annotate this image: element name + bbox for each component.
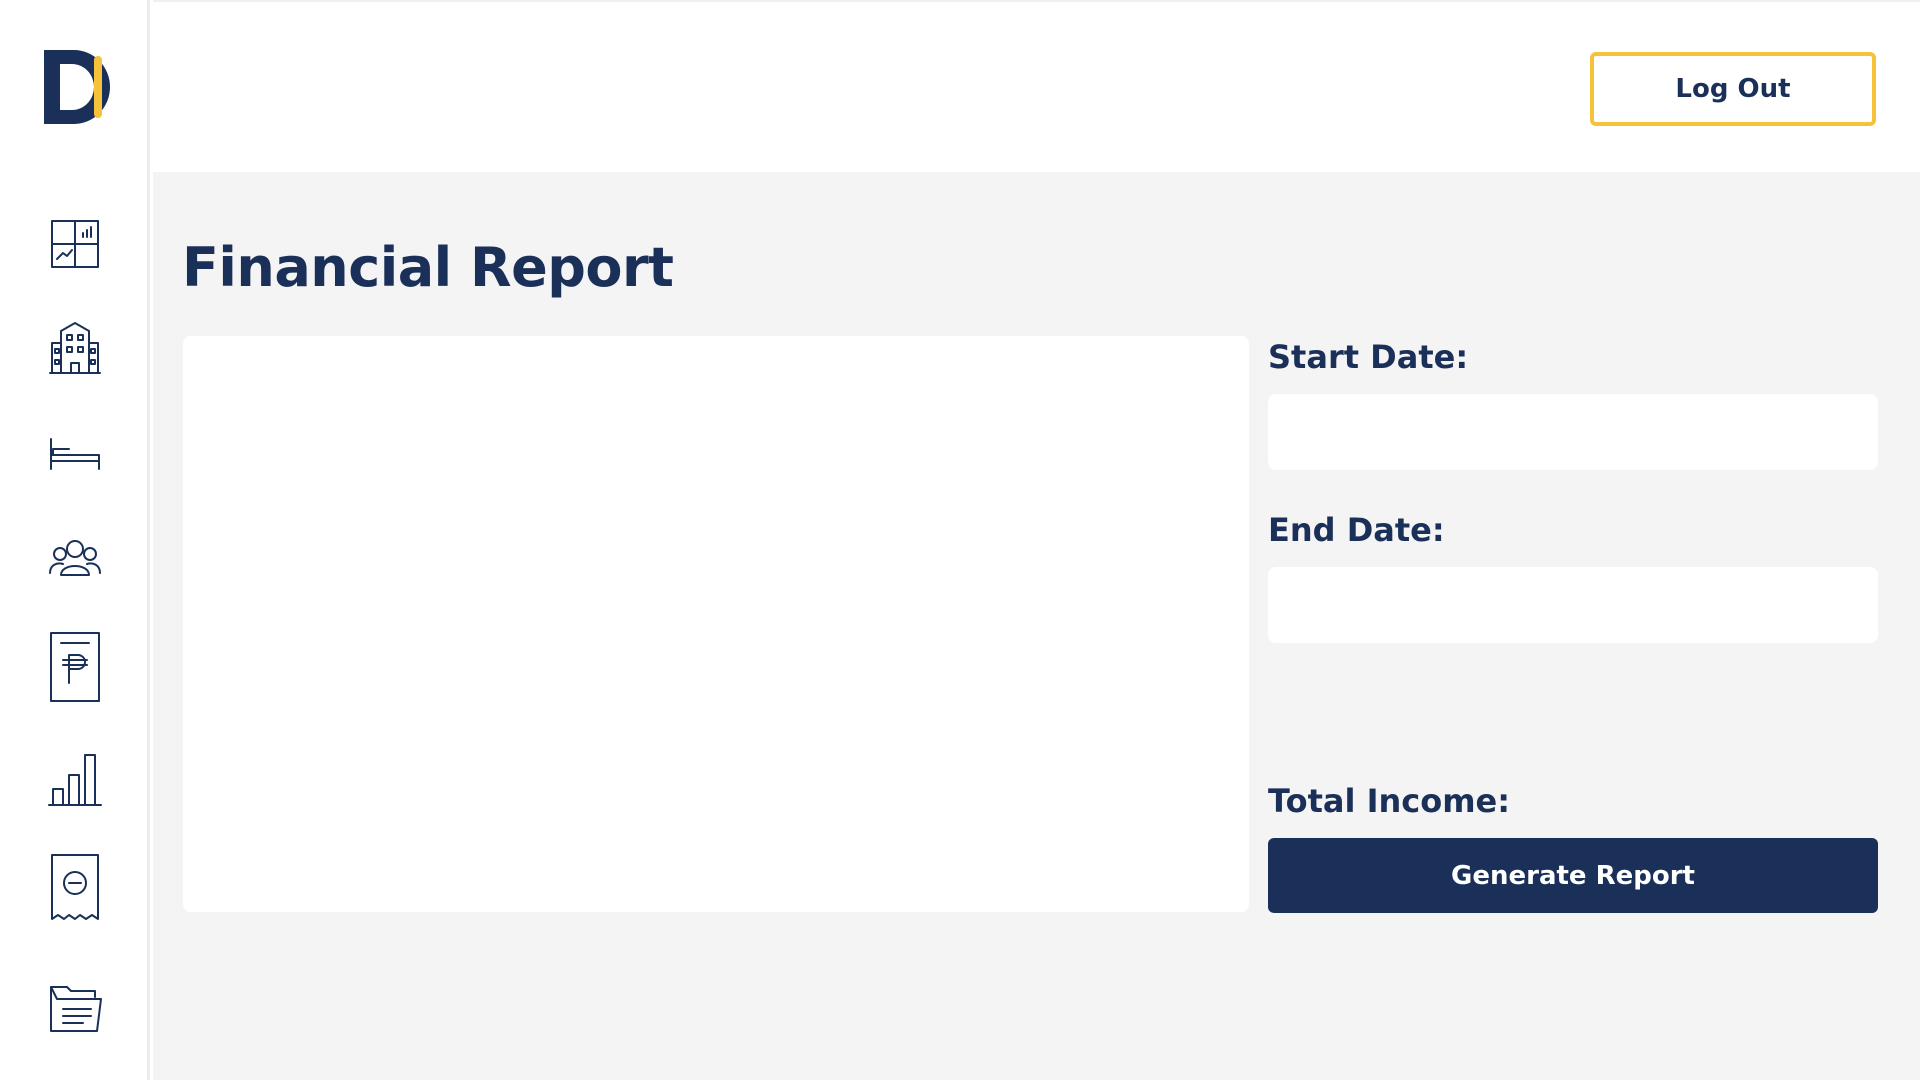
sidebar	[0, 0, 150, 1080]
sidebar-item-expenses[interactable]	[42, 854, 108, 922]
sidebar-item-files[interactable]	[42, 976, 108, 1042]
end-date-input[interactable]	[1268, 567, 1878, 643]
building-icon	[49, 322, 101, 374]
sidebar-item-reports[interactable]	[42, 746, 108, 812]
receipt-minus-icon	[51, 854, 99, 920]
top-header: Log Out	[153, 0, 1920, 172]
bed-icon	[50, 438, 100, 470]
total-income-label: Total Income:	[1268, 782, 1511, 820]
sidebar-item-rooms[interactable]	[42, 420, 108, 486]
sidebar-item-properties[interactable]	[42, 314, 108, 380]
dashboard-icon	[51, 220, 99, 268]
peso-document-icon	[50, 632, 100, 702]
logout-button[interactable]: Log Out	[1590, 52, 1876, 126]
sidebar-item-dashboard[interactable]	[42, 212, 108, 278]
main-content: Financial Report Start Date: End Date: T…	[153, 172, 1920, 1080]
report-display-panel	[183, 336, 1249, 912]
sidebar-item-billing[interactable]	[42, 632, 108, 702]
folder-icon	[50, 986, 102, 1032]
page-title: Financial Report	[182, 236, 674, 299]
app-logo[interactable]	[44, 50, 116, 124]
report-form: Start Date: End Date: Total Income: Gene…	[1268, 336, 1878, 913]
bar-chart-icon	[48, 754, 102, 806]
start-date-input[interactable]	[1268, 394, 1878, 470]
users-icon	[49, 540, 101, 576]
generate-report-button[interactable]: Generate Report	[1268, 838, 1878, 913]
start-date-label: Start Date:	[1268, 338, 1469, 376]
end-date-label: End Date:	[1268, 511, 1445, 549]
sidebar-item-users[interactable]	[42, 526, 108, 592]
